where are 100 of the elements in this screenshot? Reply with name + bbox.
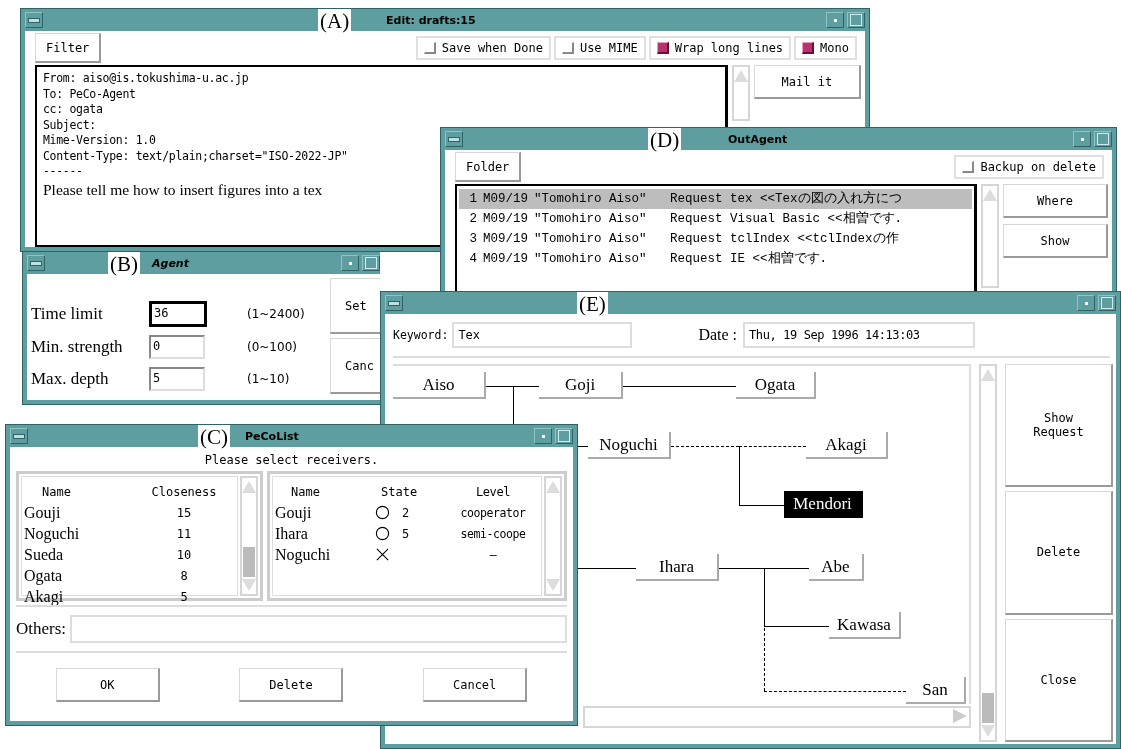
- tree-node[interactable]: Noguchi: [588, 432, 671, 459]
- header-line: From: aiso@is.tokushima-u.ac.jp: [43, 71, 249, 87]
- action-button[interactable]: Where: [1003, 184, 1108, 218]
- table-cell: 5: [402, 526, 410, 541]
- tree-node[interactable]: Kawasa: [829, 612, 901, 639]
- figure-label: (A): [318, 9, 352, 33]
- header-line: Mime-Version: 1.0: [43, 133, 156, 149]
- tree-node[interactable]: Mendori: [784, 491, 863, 518]
- maximize-icon[interactable]: [847, 12, 865, 28]
- circle-icon: [375, 505, 390, 520]
- window-title: PeCoList: [245, 429, 299, 443]
- scrollbar[interactable]: [544, 476, 562, 596]
- window-menu-icon[interactable]: [10, 428, 28, 444]
- date-field[interactable]: Thu, 19 Sep 1996 14:13:03: [743, 322, 976, 348]
- table-cell-text: Noguchi: [23, 524, 81, 543]
- column-header: Closeness: [150, 484, 218, 499]
- action-button[interactable]: Show Request: [1005, 364, 1113, 488]
- header-line: Content-Type: text/plain;charset="ISO-2022-JP": [43, 148, 348, 164]
- option-toggle[interactable]: Wrap long lines: [648, 36, 792, 60]
- filter-button[interactable]: Filter: [35, 33, 102, 63]
- range-hint: (1~2400): [246, 307, 306, 322]
- option-label: Mono: [820, 41, 849, 55]
- table-cell: 2: [402, 505, 410, 520]
- header-line: To: PeCo-Agent: [43, 86, 136, 102]
- column-header: Name: [290, 484, 321, 499]
- table-cell-text: Ihara: [274, 524, 309, 543]
- mail-button[interactable]: Mail it: [753, 65, 861, 99]
- action-button[interactable]: Set: [330, 278, 380, 334]
- maximize-icon[interactable]: [1094, 131, 1112, 147]
- checkbox[interactable]: [656, 42, 669, 54]
- action-button[interactable]: Delete: [239, 668, 344, 702]
- scrollbar[interactable]: [583, 706, 971, 728]
- window-title: OutAgent: [728, 132, 788, 146]
- tree-node[interactable]: San: [906, 677, 966, 704]
- tree-node[interactable]: Ihara: [636, 554, 719, 581]
- table-cell-text: 15: [175, 505, 193, 520]
- field-label: Time limit: [31, 304, 104, 325]
- action-button[interactable]: OK: [55, 668, 160, 702]
- figure-label: (C): [198, 425, 230, 449]
- column-header: Name: [41, 484, 72, 499]
- figure-label: (B): [108, 252, 140, 276]
- column-header: Level: [474, 484, 512, 499]
- option-toggle[interactable]: Save when Done: [415, 36, 551, 60]
- table-cell-text: Gouji: [23, 503, 62, 522]
- keyword-field[interactable]: Tex: [452, 322, 633, 348]
- maximize-icon[interactable]: [555, 428, 573, 444]
- range-hint: (0~100): [246, 340, 298, 354]
- column-header: State: [380, 484, 419, 499]
- message-row[interactable]: 4 M09/19 "Tomohiro Aiso" Request IE <<相曽です.: [459, 249, 973, 269]
- action-button[interactable]: Canc: [330, 338, 380, 394]
- keyword-label: Keyword:: [393, 328, 449, 342]
- others-label: Others:: [16, 619, 67, 639]
- tree-node[interactable]: Ogata: [736, 372, 816, 399]
- folder-button[interactable]: Folder: [455, 152, 522, 182]
- option-toggle[interactable]: Backup on delete: [954, 155, 1104, 179]
- action-button[interactable]: Delete: [1005, 491, 1113, 615]
- window-menu-icon[interactable]: [27, 255, 45, 271]
- input-field[interactable]: 0: [149, 335, 205, 359]
- tree-node[interactable]: Goji: [539, 372, 623, 399]
- option-label: Wrap long lines: [674, 41, 784, 55]
- table-cell-text: Gouji: [274, 503, 313, 522]
- action-button[interactable]: Show: [1003, 224, 1108, 258]
- option-toggle[interactable]: Use MIME: [553, 36, 646, 60]
- minimize-icon[interactable]: [341, 255, 359, 271]
- window-menu-icon[interactable]: [385, 295, 403, 311]
- window-menu-icon[interactable]: [25, 12, 43, 28]
- tree-node[interactable]: Aiso: [393, 372, 486, 399]
- window-menu-icon[interactable]: [445, 131, 463, 147]
- minimize-icon[interactable]: [826, 12, 844, 28]
- message-row[interactable]: 1 M09/19 "Tomohiro Aiso" Request tex <<Texの図の入れ方につ: [459, 189, 973, 209]
- range-hint: (1~10): [246, 371, 291, 386]
- table-cell-text: 8: [179, 568, 189, 583]
- table-cell-text: semi-coope: [459, 526, 527, 541]
- table-cell-text: 10: [175, 547, 193, 562]
- tree-node[interactable]: Abe: [809, 554, 864, 581]
- minimize-icon[interactable]: [1073, 131, 1091, 147]
- minimize-icon[interactable]: [1077, 295, 1095, 311]
- header-line: cc: ogata: [43, 102, 103, 118]
- minimize-icon[interactable]: [534, 428, 552, 444]
- maximize-icon[interactable]: [362, 255, 380, 271]
- table-cell-text: Akagi: [23, 587, 65, 606]
- option-toggle[interactable]: Mono: [794, 36, 857, 60]
- input-field[interactable]: 36: [149, 301, 207, 328]
- action-button[interactable]: Close: [1005, 618, 1113, 742]
- input-field[interactable]: 5: [149, 366, 205, 391]
- field-label: Max. depth: [31, 368, 110, 389]
- option-label: Save when Done: [441, 41, 543, 55]
- prompt-text: Please select receivers.: [203, 452, 380, 469]
- figure-label: (E): [577, 292, 608, 316]
- header-line: ------: [43, 164, 83, 180]
- action-button[interactable]: Cancel: [423, 668, 528, 702]
- tree-node[interactable]: Akagi: [806, 432, 888, 459]
- others-field[interactable]: [70, 615, 567, 643]
- message-text: Please tell me how to insert figures into a tex: [43, 179, 323, 200]
- circle-icon: [375, 526, 390, 541]
- option-label: Backup on delete: [980, 160, 1096, 174]
- maximize-icon[interactable]: [1098, 295, 1116, 311]
- scrollbar[interactable]: [240, 476, 258, 596]
- table-cell-text: cooperator: [459, 505, 527, 520]
- checkbox[interactable]: [802, 42, 815, 54]
